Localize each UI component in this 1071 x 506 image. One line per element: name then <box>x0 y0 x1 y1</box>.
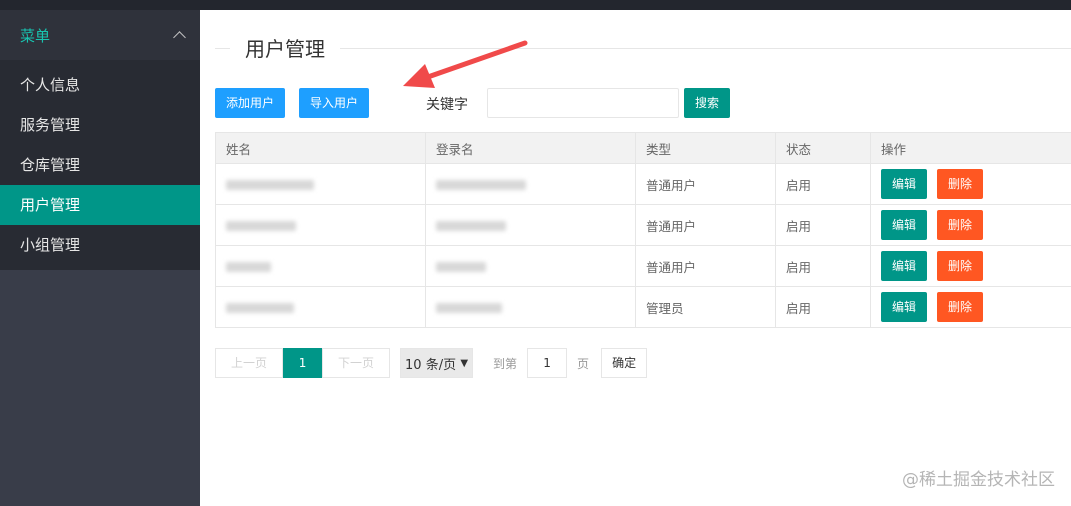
menu-header-label: 菜单 <box>20 26 51 45</box>
table-header-row: 姓名 登录名 类型 状态 操作 <box>215 132 1071 164</box>
user-table: 姓名 登录名 类型 状态 操作 普通用户 启用 编辑 删除 普通用户 启用 编辑… <box>215 132 1071 328</box>
edit-button[interactable]: 编辑 <box>881 210 928 240</box>
name-cell <box>215 204 426 246</box>
delete-button[interactable]: 删除 <box>937 210 984 240</box>
redacted-name <box>226 180 314 190</box>
keyword-label: 关键字 <box>426 97 468 113</box>
page-unit-label: 页 <box>577 356 590 371</box>
type-cell: 普通用户 <box>635 163 776 205</box>
sidebar: 菜单 个人信息 服务管理 仓库管理 用户管理 小组管理 <box>0 10 200 506</box>
table-row: 普通用户 启用 编辑 删除 <box>215 204 1071 246</box>
goto-label: 到第 <box>493 356 518 371</box>
actions-cell: 编辑 删除 <box>870 286 1071 328</box>
type-cell: 普通用户 <box>635 204 776 246</box>
column-header-login[interactable]: 登录名 <box>425 132 636 164</box>
current-page[interactable]: 1 <box>283 348 323 378</box>
table-row: 普通用户 启用 编辑 删除 <box>215 245 1071 287</box>
page-title: 用户管理 <box>230 33 340 62</box>
redacted-name <box>226 303 294 313</box>
edit-button[interactable]: 编辑 <box>881 292 928 322</box>
redacted-login <box>436 262 486 272</box>
actions-cell: 编辑 删除 <box>870 245 1071 287</box>
login-cell <box>425 163 636 205</box>
table-row: 管理员 启用 编辑 删除 <box>215 286 1071 328</box>
top-bar <box>0 0 1071 10</box>
menu-list: 个人信息 服务管理 仓库管理 用户管理 小组管理 <box>0 60 200 270</box>
sidebar-item-repository[interactable]: 仓库管理 <box>0 145 200 185</box>
redacted-login <box>436 180 526 190</box>
column-header-name[interactable]: 姓名 <box>215 132 426 164</box>
edit-button[interactable]: 编辑 <box>881 169 928 199</box>
type-cell: 普通用户 <box>635 245 776 287</box>
column-header-actions: 操作 <box>870 132 1071 164</box>
table-row: 普通用户 启用 编辑 删除 <box>215 163 1071 205</box>
menu-header[interactable]: 菜单 <box>0 10 200 60</box>
page-size-value: 10 条/页 <box>405 357 457 373</box>
redacted-name <box>226 262 271 272</box>
status-cell: 启用 <box>775 286 871 328</box>
delete-button[interactable]: 删除 <box>937 251 984 281</box>
delete-button[interactable]: 删除 <box>937 292 984 322</box>
column-header-type[interactable]: 类型 <box>635 132 776 164</box>
prev-page-button[interactable]: 上一页 <box>215 348 284 378</box>
actions-cell: 编辑 删除 <box>870 163 1071 205</box>
goto-page-input[interactable]: 1 <box>527 348 568 378</box>
pagination: 上一页 1 下一页 10 条/页 ▼ 到第 1 页 确定 <box>215 348 648 378</box>
sidebar-item-groups[interactable]: 小组管理 <box>0 225 200 265</box>
keyword-input[interactable] <box>487 88 679 118</box>
redacted-login <box>436 221 506 231</box>
search-button[interactable]: 搜索 <box>684 88 731 118</box>
add-user-button[interactable]: 添加用户 <box>215 88 286 118</box>
chevron-up-icon[interactable] <box>173 31 186 44</box>
actions-cell: 编辑 删除 <box>870 204 1071 246</box>
redacted-name <box>226 221 296 231</box>
type-cell: 管理员 <box>635 286 776 328</box>
sidebar-item-users[interactable]: 用户管理 <box>0 185 200 225</box>
redacted-login <box>436 303 502 313</box>
login-cell <box>425 204 636 246</box>
login-cell <box>425 245 636 287</box>
name-cell <box>215 245 426 287</box>
status-cell: 启用 <box>775 245 871 287</box>
chevron-down-icon: ▼ <box>460 357 469 369</box>
column-header-status[interactable]: 状态 <box>775 132 871 164</box>
name-cell <box>215 163 426 205</box>
sidebar-item-profile[interactable]: 个人信息 <box>0 65 200 105</box>
login-cell <box>425 286 636 328</box>
name-cell <box>215 286 426 328</box>
status-cell: 启用 <box>775 204 871 246</box>
page-size-select[interactable]: 10 条/页 ▼ <box>400 348 474 378</box>
main-content: 用户管理 添加用户 导入用户 关键字 搜索 姓名 登录名 类型 状态 操作 普通… <box>200 10 1071 506</box>
edit-button[interactable]: 编辑 <box>881 251 928 281</box>
delete-button[interactable]: 删除 <box>937 169 984 199</box>
watermark: @稀土掘金技术社区 <box>902 470 1055 490</box>
goto-confirm-button[interactable]: 确定 <box>601 348 648 378</box>
sidebar-item-services[interactable]: 服务管理 <box>0 105 200 145</box>
import-user-button[interactable]: 导入用户 <box>299 88 370 118</box>
next-page-button[interactable]: 下一页 <box>322 348 391 378</box>
status-cell: 启用 <box>775 163 871 205</box>
page-title-line: 用户管理 <box>215 33 1071 62</box>
